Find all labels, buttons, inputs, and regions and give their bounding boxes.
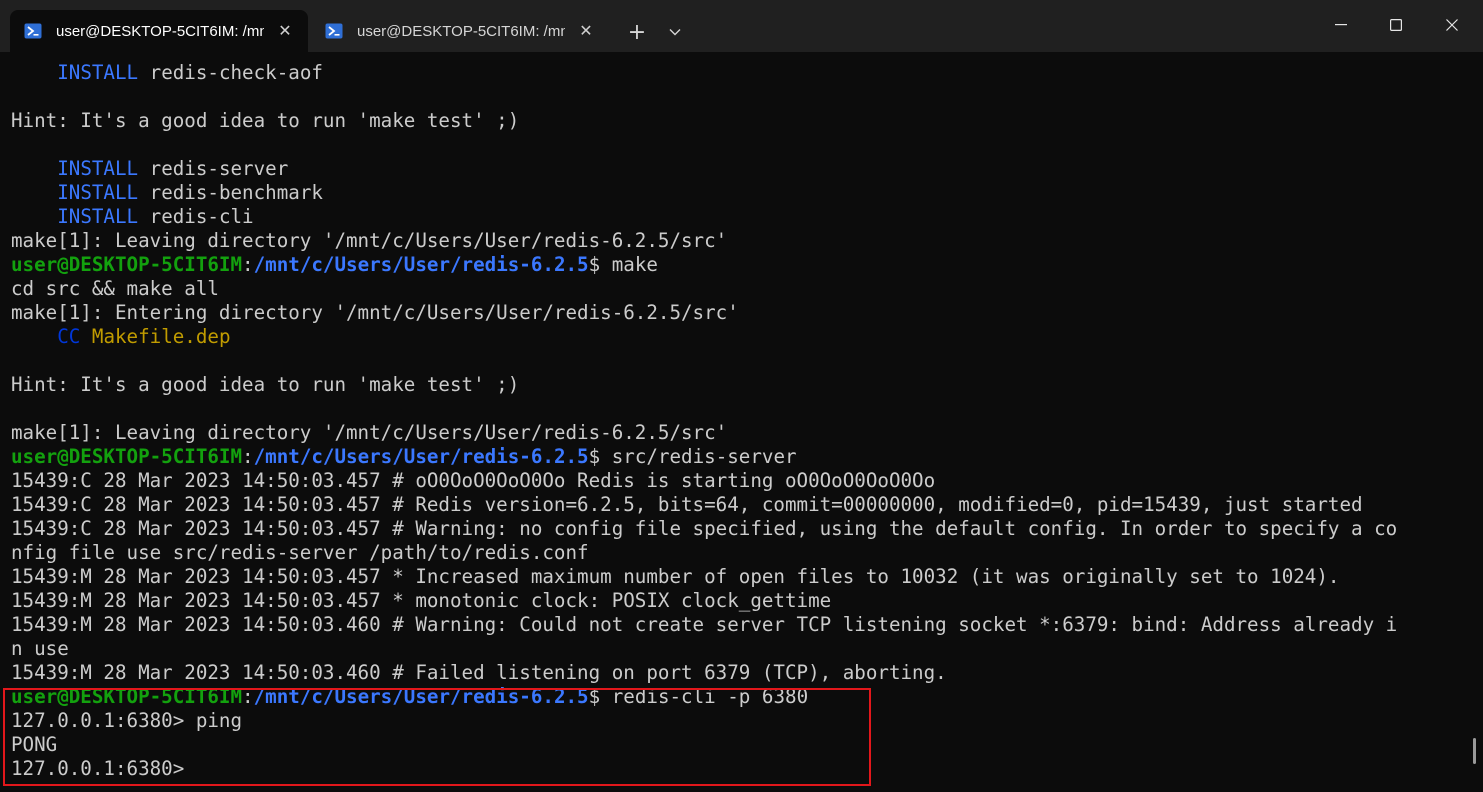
output-text: PONG (11, 733, 58, 756)
output-text: Hint: It's a good idea to run 'make test… (11, 109, 520, 132)
output-line: make[1]: Entering directory '/mnt/c/User… (11, 301, 1473, 325)
output-text: make[1]: Leaving directory '/mnt/c/Users… (11, 421, 728, 444)
title-bar: user@DESKTOP-5CIT6IM: /mn ✕ user@DESKTOP… (0, 0, 1483, 52)
output-text: INSTALL (57, 205, 139, 228)
prompt-path: /mnt/c/Users/User/redis-6.2.5 (253, 253, 589, 276)
prompt-line: user@DESKTOP-5CIT6IM:/mnt/c/Users/User/r… (11, 685, 809, 708)
chevron-down-icon[interactable] (656, 12, 694, 52)
output-text: 15439:M 28 Mar 2023 14:50:03.460 # Warni… (11, 613, 1398, 636)
output-text: 15439:M 28 Mar 2023 14:50:03.457 * Incre… (11, 565, 1340, 588)
output-line: 127.0.0.1:6380> (11, 757, 1473, 781)
prompt-user: user@DESKTOP-5CIT6IM (11, 685, 243, 708)
output-text: 127.0.0.1:6380> (11, 757, 196, 780)
output-text: 15439:C 28 Mar 2023 14:50:03.457 # Redis… (11, 493, 1363, 516)
output-text: 15439:C 28 Mar 2023 14:50:03.457 # Warni… (11, 517, 1398, 540)
output-line: INSTALL redis-benchmark (11, 181, 1473, 205)
scrollbar-thumb[interactable] (1473, 738, 1476, 764)
output-text: cd src && make all (11, 277, 219, 300)
output-text: 15439:M 28 Mar 2023 14:50:03.460 # Faile… (11, 661, 947, 684)
output-text: INSTALL (57, 181, 139, 204)
output-line: cd src && make all (11, 277, 1473, 301)
tab-terminal-2[interactable]: user@DESKTOP-5CIT6IM: /mn ✕ (311, 10, 607, 52)
output-line: 15439:M 28 Mar 2023 14:50:03.457 * monot… (11, 589, 1473, 613)
output-line: 15439:C 28 Mar 2023 14:50:03.457 # oO0Oo… (11, 469, 1473, 493)
output-text: make[1]: Entering directory '/mnt/c/User… (11, 301, 739, 324)
tab-terminal-1[interactable]: user@DESKTOP-5CIT6IM: /mn ✕ (10, 10, 308, 52)
output-line: n use (11, 637, 1473, 661)
tab-close-icon[interactable]: ✕ (569, 16, 603, 46)
prompt-path: /mnt/c/Users/User/redis-6.2.5 (253, 445, 589, 468)
prompt-line: user@DESKTOP-5CIT6IM:/mnt/c/Users/User/r… (11, 445, 797, 468)
output-text: n use (11, 637, 69, 660)
prompt-path: /mnt/c/Users/User/redis-6.2.5 (253, 685, 589, 708)
output-line: Hint: It's a good idea to run 'make test… (11, 109, 1473, 133)
output-text: INSTALL (57, 157, 139, 180)
output-line: 15439:C 28 Mar 2023 14:50:03.457 # Redis… (11, 493, 1473, 517)
output-text: redis-cli (138, 205, 254, 228)
powershell-terminal-icon (24, 23, 42, 39)
output-text: INSTALL (57, 61, 139, 84)
output-line: INSTALL redis-check-aof (11, 61, 1473, 85)
command-text: src/redis-server (611, 445, 797, 468)
output-text: make[1]: Leaving directory '/mnt/c/Users… (11, 229, 728, 252)
command-text: redis-cli -p 6380 (611, 685, 809, 708)
output-line: INSTALL redis-cli (11, 205, 1473, 229)
maximize-icon[interactable] (1368, 0, 1424, 50)
prompt-symbol: $ (588, 685, 612, 708)
output-line: 15439:M 28 Mar 2023 14:50:03.460 # Faile… (11, 661, 1473, 685)
output-text: CC (57, 325, 81, 348)
prompt-user: user@DESKTOP-5CIT6IM (11, 253, 243, 276)
terminal-output[interactable]: INSTALL redis-check-aof Hint: It's a good… (11, 61, 1473, 785)
output-line: CC Makefile.dep (11, 325, 1473, 349)
tab-title: user@DESKTOP-5CIT6IM: /mn (56, 22, 264, 40)
prompt-line: user@DESKTOP-5CIT6IM:/mnt/c/Users/User/r… (11, 253, 658, 276)
output-line: 15439:C 28 Mar 2023 14:50:03.457 # Warni… (11, 517, 1473, 541)
powershell-terminal-icon (325, 23, 343, 39)
output-text: nfig file use src/redis-server /path/to/… (11, 541, 589, 564)
output-line: PONG (11, 733, 1473, 757)
output-text: Hint: It's a good idea to run 'make test… (11, 373, 520, 396)
tab-close-icon[interactable]: ✕ (268, 16, 302, 46)
output-text: redis-benchmark (138, 181, 323, 204)
output-line: 127.0.0.1:6380> ping (11, 709, 1473, 733)
output-text: 15439:M 28 Mar 2023 14:50:03.457 * monot… (11, 589, 832, 612)
output-line: nfig file use src/redis-server /path/to/… (11, 541, 1473, 565)
output-line: make[1]: Leaving directory '/mnt/c/Users… (11, 421, 1473, 445)
new-tab-button[interactable]: + (618, 12, 656, 52)
output-text: Makefile.dep (91, 325, 231, 348)
output-text: redis-check-aof (138, 61, 323, 84)
output-line: Hint: It's a good idea to run 'make test… (11, 373, 1473, 397)
prompt-user: user@DESKTOP-5CIT6IM (11, 445, 243, 468)
command-text: make (611, 253, 658, 276)
close-icon[interactable] (1424, 0, 1480, 50)
tab-title: user@DESKTOP-5CIT6IM: /mn (357, 22, 565, 40)
minimize-icon[interactable] (1313, 0, 1369, 50)
prompt-symbol: $ (588, 253, 612, 276)
output-text: 127.0.0.1:6380> ping (11, 709, 243, 732)
output-line: INSTALL redis-server (11, 157, 1473, 181)
output-line: 15439:M 28 Mar 2023 14:50:03.457 * Incre… (11, 565, 1473, 589)
output-line: make[1]: Leaving directory '/mnt/c/Users… (11, 229, 1473, 253)
prompt-symbol: $ (588, 445, 612, 468)
output-line: 15439:M 28 Mar 2023 14:50:03.460 # Warni… (11, 613, 1473, 637)
output-text: 15439:C 28 Mar 2023 14:50:03.457 # oO0Oo… (11, 469, 936, 492)
output-text: redis-server (138, 157, 289, 180)
